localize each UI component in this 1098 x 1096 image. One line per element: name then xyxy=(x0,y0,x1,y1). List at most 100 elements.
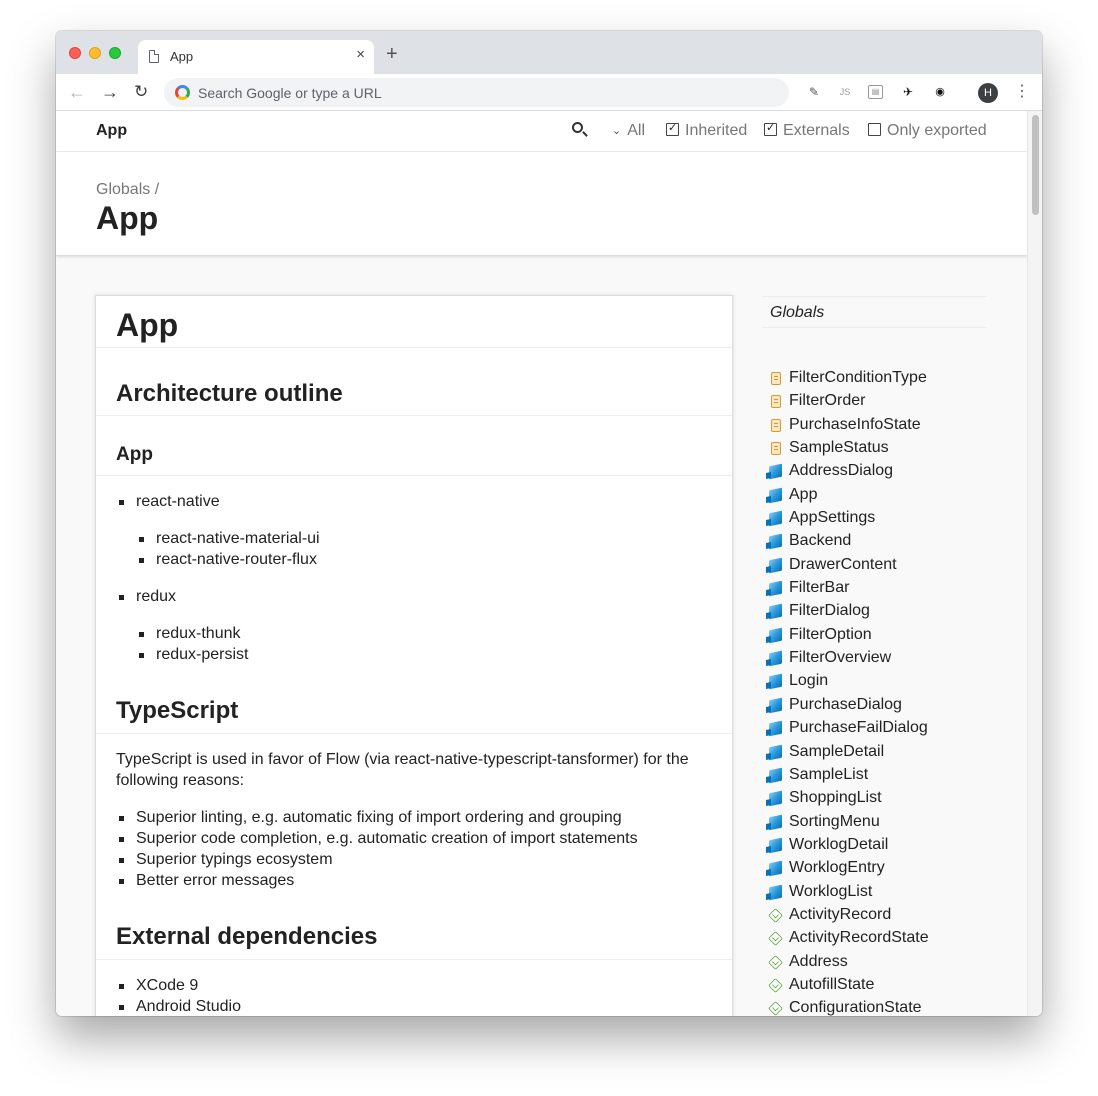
sidebar-item[interactable]: AddressDialog xyxy=(769,461,929,484)
external-dependencies-list: XCode 9 Android Studio xyxy=(119,975,241,1016)
sidebar-item[interactable]: WorklogDetail xyxy=(769,835,929,858)
sidebar-item[interactable]: WorklogList xyxy=(769,882,929,905)
sidebar-globals-link[interactable]: Globals xyxy=(762,296,987,328)
list-item: react-native xyxy=(119,493,220,510)
address-bar[interactable]: Search Google or type a URL xyxy=(164,78,789,107)
minimize-window-button[interactable] xyxy=(89,47,101,59)
sidebar-item[interactable]: AppSettings xyxy=(769,508,929,531)
sidebar-item[interactable]: FilterConditionType xyxy=(769,368,929,391)
interface-icon xyxy=(768,954,783,970)
react-native-sublist: react-native-material-ui react-native-ro… xyxy=(139,528,320,570)
class-icon xyxy=(769,627,782,644)
architecture-section: Architecture outline xyxy=(96,348,732,416)
document-icon xyxy=(149,50,159,63)
sidebar-item[interactable]: SortingMenu xyxy=(769,812,929,835)
eyedropper-extension-icon[interactable]: ✎ xyxy=(806,84,822,100)
sidebar-nav-list: FilterConditionType FilterOrder PurchaseIn… xyxy=(768,368,929,1016)
sidebar-item[interactable]: FilterDialog xyxy=(769,601,929,624)
list-item: redux xyxy=(118,588,177,605)
sidebar-item-label: ActivityRecordState xyxy=(789,929,929,947)
sidebar-item[interactable]: ShoppingList xyxy=(769,788,929,811)
close-window-button[interactable] xyxy=(69,47,81,59)
project-title[interactable]: App xyxy=(96,122,127,140)
breadcrumb[interactable]: Globals / xyxy=(96,181,159,199)
class-icon xyxy=(769,767,782,784)
sidebar-item[interactable]: ActivityRecord xyxy=(768,905,929,928)
typescript-paragraph: TypeScript is used in favor of Flow (via… xyxy=(116,751,689,789)
class-icon xyxy=(769,744,782,760)
inherited-checkbox[interactable]: Inherited xyxy=(666,121,747,140)
sidebar-item[interactable]: PurchaseInfoState xyxy=(769,415,929,438)
sidebar-item-label: FilterOption xyxy=(789,625,872,643)
sidebar-item[interactable]: Backend xyxy=(769,531,929,554)
sidebar-item-label: WorklogEntry xyxy=(789,859,885,877)
interface-icon xyxy=(768,931,783,947)
sidebar-item-label: FilterOrder xyxy=(789,392,866,410)
visibility-select-value: All xyxy=(627,122,645,139)
sidebar-item[interactable]: WorklogEntry xyxy=(769,858,929,881)
maximize-window-button[interactable] xyxy=(109,47,121,59)
new-tab-button[interactable]: + xyxy=(386,44,398,64)
tab-app[interactable]: App × xyxy=(138,40,374,74)
sidebar-item[interactable]: SampleDetail xyxy=(769,742,929,765)
sidebar-item[interactable]: App xyxy=(769,485,929,508)
readme-panel: App Architecture outline App react-nativ… xyxy=(95,295,733,1016)
class-icon xyxy=(769,790,782,807)
sidebar-item-label: PurchaseInfoState xyxy=(789,415,921,433)
back-button[interactable]: ← xyxy=(68,82,86,102)
sidebar-item[interactable]: Address xyxy=(768,952,929,975)
external-dependencies-section: External dependencies xyxy=(96,896,732,960)
sidebar-item-label: Address xyxy=(789,952,848,970)
enum-icon xyxy=(771,372,781,385)
typescript-heading: TypeScript xyxy=(116,697,239,724)
sidebar-item-label: WorklogList xyxy=(789,882,873,900)
sidebar-item[interactable]: SampleStatus xyxy=(769,438,929,461)
sidebar-item-label: ConfigurationState xyxy=(789,999,922,1016)
sidebar-item[interactable]: FilterOverview xyxy=(769,648,929,671)
externals-checkbox[interactable]: Externals xyxy=(764,121,850,140)
sidebar-item[interactable]: PurchaseDialog xyxy=(769,695,929,718)
scrollbar-thumb[interactable] xyxy=(1032,115,1039,215)
sidebar-item[interactable]: ActivityRecordState xyxy=(768,928,929,951)
class-icon xyxy=(769,580,782,597)
sidebar-globals-label: Globals xyxy=(770,304,825,321)
sidebar-item[interactable]: Login xyxy=(769,671,929,694)
class-icon xyxy=(769,557,782,574)
sidebar-item[interactable]: AutofillState xyxy=(768,975,929,998)
sidebar-item[interactable]: PurchaseFailDialog xyxy=(769,718,929,741)
class-icon xyxy=(769,697,782,714)
profile-avatar[interactable]: H xyxy=(978,83,998,103)
sidebar-item[interactable]: SampleList xyxy=(769,765,929,788)
readme-title: App xyxy=(116,307,179,343)
typescript-reasons-list: Superior linting, e.g. automatic fixing … xyxy=(119,807,638,891)
class-icon xyxy=(769,487,782,504)
search-icon[interactable] xyxy=(572,122,583,133)
app-subsection: App xyxy=(96,416,732,476)
class-icon xyxy=(769,534,782,550)
list-item: Superior typings ecosystem xyxy=(119,849,638,870)
clipboard-extension-icon[interactable]: ▤ xyxy=(868,85,883,99)
reload-button[interactable]: ↻ xyxy=(134,82,148,102)
sidebar-item[interactable]: ConfigurationState xyxy=(768,998,929,1016)
checkbox-checked-icon xyxy=(764,121,777,136)
readme-title-section: App xyxy=(96,296,732,348)
sidebar-item[interactable]: FilterOption xyxy=(769,625,929,648)
list-item: redux-persist xyxy=(138,646,249,663)
only-exported-checkbox[interactable]: Only exported xyxy=(868,122,987,140)
tab-close-icon[interactable]: × xyxy=(356,47,365,63)
visibility-select[interactable]: ⌄ All xyxy=(612,122,645,140)
forward-button[interactable]: → xyxy=(101,82,119,102)
js-extension-icon[interactable]: JS xyxy=(837,84,853,100)
page-scrollbar[interactable] xyxy=(1027,111,1042,1016)
sidebar-item-label: PurchaseDialog xyxy=(789,695,902,713)
sidebar-item-label: FilterBar xyxy=(789,579,850,597)
sidebar-item[interactable]: FilterOrder xyxy=(769,391,929,414)
sidebar-item-label: FilterConditionType xyxy=(789,369,927,386)
mask-extension-icon[interactable]: ◉ xyxy=(932,84,948,100)
ninja-extension-icon[interactable]: ✈ xyxy=(900,84,916,100)
sidebar-item[interactable]: FilterBar xyxy=(769,578,929,601)
menu-kebab-icon[interactable]: ⋮ xyxy=(1014,82,1030,102)
sidebar-item[interactable]: DrawerContent xyxy=(769,555,929,578)
list-item: Better error messages xyxy=(119,870,638,891)
list-item: XCode 9 xyxy=(119,975,241,996)
